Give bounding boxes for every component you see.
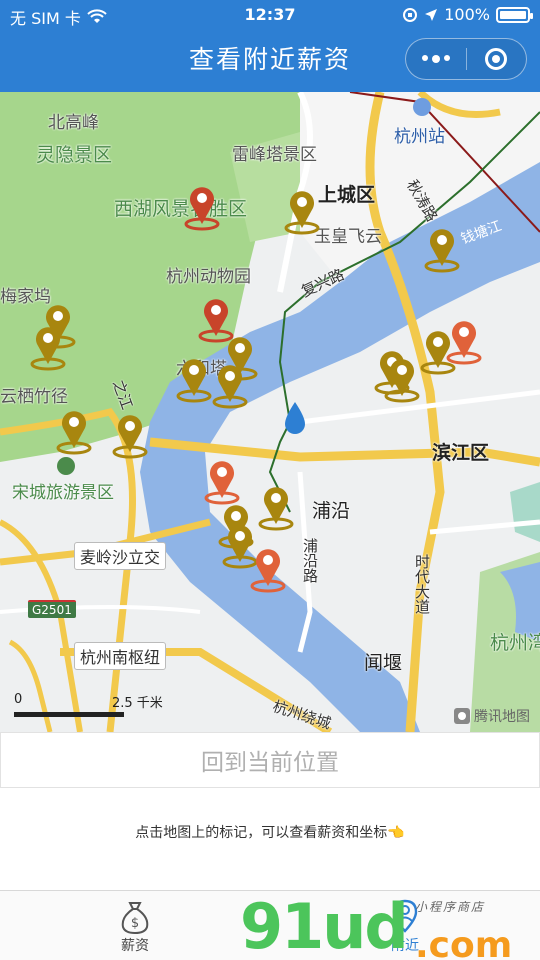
map-label: 北高峰 <box>48 113 99 133</box>
map-label: 滨江区 <box>432 442 490 464</box>
tab-nearby[interactable]: 附近 <box>360 897 450 957</box>
salary-marker-pin-icon[interactable] <box>424 226 460 274</box>
location-person-icon <box>392 899 418 933</box>
tencent-map-icon <box>454 708 470 724</box>
attribution-text: 腾讯地图 <box>474 709 530 725</box>
money-bag-icon: $ <box>121 902 149 935</box>
salary-marker-pin-icon[interactable] <box>204 458 240 506</box>
more-dots-icon <box>421 55 450 63</box>
map-label: 浦沿路 <box>301 538 319 583</box>
close-button[interactable] <box>467 39 527 79</box>
tab-salary[interactable]: $ 薪资 <box>90 897 180 957</box>
map-label: 宋城旅游景区 <box>12 483 114 503</box>
tab-bar: $ 薪资 附近 <box>0 890 540 960</box>
status-right: 100% <box>402 5 533 24</box>
road-box: 杭州南枢纽 <box>74 642 167 670</box>
status-bar: 无 SIM 卡 12:37 100% <box>0 0 540 30</box>
tab-label: 附近 <box>391 938 419 954</box>
salary-marker-pin-icon[interactable] <box>258 484 294 532</box>
map-label: 闻堰 <box>364 652 403 674</box>
hint-text: 点击地图上的标记，可以查看薪资和坐标👈 <box>135 825 405 841</box>
scale-bar <box>14 712 124 717</box>
orientation-lock-icon <box>403 7 418 22</box>
svg-text:$: $ <box>131 916 139 931</box>
battery-percent: 100% <box>444 5 490 24</box>
scale-zero: 0 <box>14 692 23 707</box>
map-label: 玉皇飞云 <box>314 227 382 247</box>
map-label: 上城区 <box>318 184 376 206</box>
map-view[interactable]: 北高峰 灵隐景区 西湖风景名胜区 雷峰塔景区 上城区 玉皇飞云 杭州动物园 杭州… <box>0 92 540 732</box>
salary-marker-pin-icon[interactable] <box>30 324 66 372</box>
app-root: 无 SIM 卡 12:37 100% 查看附近薪资 北高峰 灵隐景区 西湖风景名… <box>0 0 540 960</box>
map-label: 雷峰塔景区 <box>232 145 317 165</box>
salary-marker-pin-icon[interactable] <box>112 412 148 460</box>
map-label: 时代大道 <box>413 554 431 614</box>
map-label: 云栖竹径 <box>0 387 68 407</box>
salary-marker-pin-icon[interactable] <box>212 362 248 410</box>
road-box: 麦岭沙立交 <box>74 542 167 570</box>
location-arrow-icon <box>425 8 438 21</box>
salary-marker-pin-icon[interactable] <box>284 188 320 236</box>
salary-marker-pin-icon[interactable] <box>384 356 420 404</box>
salary-marker-pin-icon[interactable] <box>250 546 286 594</box>
more-button[interactable] <box>406 39 466 79</box>
battery-icon <box>496 6 533 23</box>
mini-program-capsule <box>405 38 527 80</box>
map-attribution: 腾讯地图 <box>454 706 530 726</box>
salary-marker-pin-icon[interactable] <box>176 356 212 404</box>
map-label: 杭州湾 <box>490 632 540 654</box>
map-label: 浦沿 <box>312 500 351 522</box>
map-label: 西湖风景名胜区 <box>114 198 248 220</box>
salary-marker-pin-icon[interactable] <box>446 318 482 366</box>
target-circle-icon <box>485 48 508 70</box>
locate-current-button[interactable]: 回到当前位置 <box>0 732 540 788</box>
salary-marker-pin-icon[interactable] <box>184 184 220 232</box>
map-label: 杭州动物园 <box>166 267 251 287</box>
map-label: 杭州站 <box>394 127 445 147</box>
tab-label: 薪资 <box>121 938 149 954</box>
map-label: 灵隐景区 <box>36 144 113 166</box>
scale-distance: 2.5 千米 <box>112 696 163 711</box>
header: 无 SIM 卡 12:37 100% 查看附近薪资 <box>0 0 540 92</box>
highway-badge: G2501 <box>28 600 76 618</box>
battery-fill <box>500 10 526 19</box>
salary-marker-pin-icon[interactable] <box>56 408 92 456</box>
